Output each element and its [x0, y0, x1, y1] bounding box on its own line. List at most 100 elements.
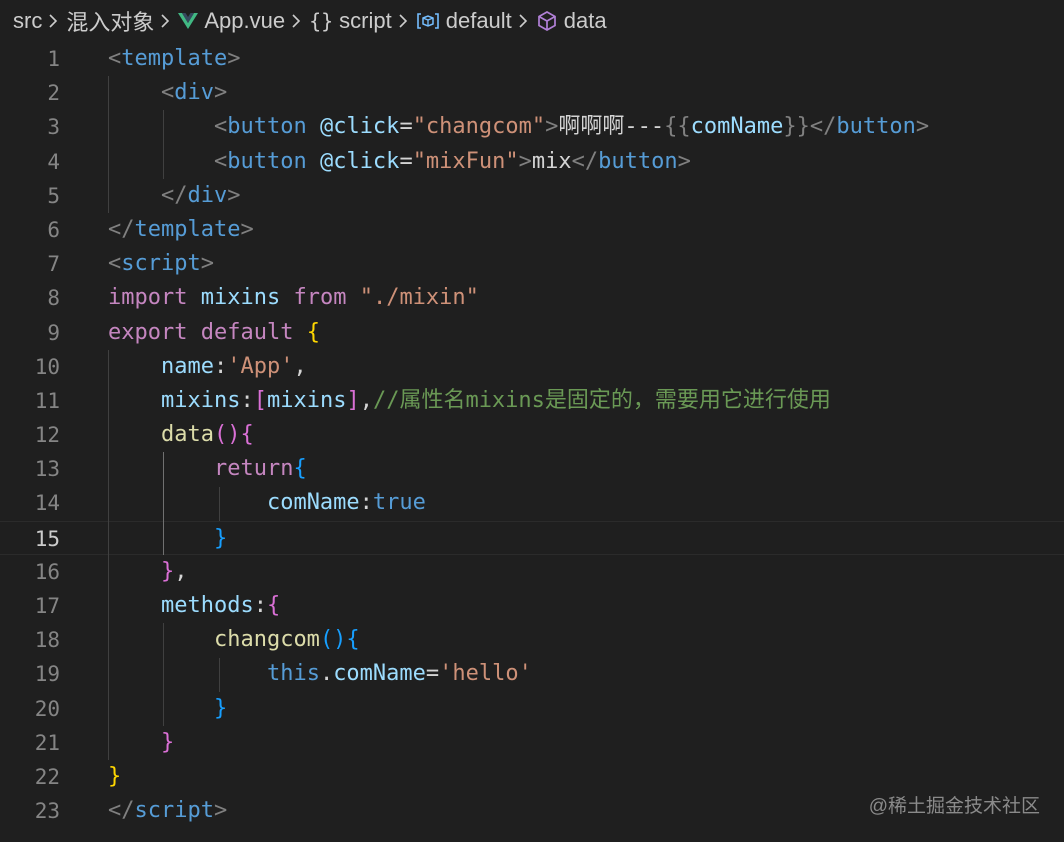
code-token: mixins: [266, 387, 347, 413]
code-line[interactable]: 18 changcom(){: [0, 623, 1064, 657]
code-line[interactable]: 1 <template>: [0, 42, 1064, 76]
code-line[interactable]: 10 name:'App',: [0, 350, 1064, 384]
chevron-right-icon: [160, 13, 170, 29]
code-text: }: [108, 760, 121, 794]
code-line[interactable]: 22}: [0, 760, 1064, 794]
line-number: 15: [34, 526, 60, 551]
code-line[interactable]: 11 mixins:[mixins],//属性名mixins是固定的，需要用它进…: [0, 384, 1064, 418]
breadcrumb-item-data[interactable]: data: [536, 8, 607, 34]
code-line[interactable]: 9 export default {: [0, 316, 1064, 350]
line-number: 1: [47, 47, 60, 71]
breadcrumb-label: script: [339, 8, 392, 33]
line-number: 12: [34, 423, 60, 448]
code-token: data: [160, 422, 214, 448]
indent-guide: [163, 452, 164, 555]
indent-guide: [108, 349, 109, 761]
breadcrumb-item-default[interactable]: default: [416, 8, 512, 34]
code-token: div: [174, 80, 214, 106]
code-token: comName: [266, 490, 360, 516]
code-line[interactable]: 17 methods:{: [0, 589, 1064, 623]
line-number: 20: [34, 696, 60, 721]
line-number: 19: [34, 662, 60, 687]
code-line[interactable]: 6 </template>: [0, 213, 1064, 247]
code-token: script: [134, 798, 214, 824]
code-text: changcom(){: [108, 623, 360, 657]
code-token: >: [677, 148, 691, 174]
braces-icon: {}: [309, 9, 334, 33]
code-line[interactable]: 5 </div>: [0, 179, 1064, 213]
breadcrumb-label: data: [563, 8, 607, 33]
indent-guide: [163, 623, 164, 726]
chevron-right-icon: [398, 13, 408, 29]
code-editor[interactable]: src 混入对象 App.vue {} script default data …: [0, 0, 1064, 842]
code-text: <button @click="mixFun">mix</button>: [108, 145, 691, 179]
code-line[interactable]: 7 <script>: [0, 247, 1064, 281]
indent-guide: [163, 110, 164, 179]
code-token: "mixFun": [412, 148, 519, 174]
symbol-variable-icon: [416, 12, 440, 30]
code-text: comName:true: [108, 486, 426, 520]
code-token: ,: [174, 558, 188, 584]
code-line[interactable]: 8 import mixins from "./mixin": [0, 281, 1064, 315]
code-token: :: [213, 353, 228, 379]
breadcrumb-label: 混入对象: [66, 10, 155, 35]
code-token: comName: [690, 114, 784, 140]
breadcrumb-item-folder[interactable]: 混入对象: [66, 5, 154, 37]
vue-icon: [178, 12, 199, 30]
code-line[interactable]: 15 }: [0, 520, 1064, 555]
code-text: },: [108, 555, 188, 589]
code-token: >: [227, 46, 241, 71]
code-line[interactable]: 3 <button @click="changcom">啊啊啊---{{comN…: [0, 110, 1064, 144]
code-token: }: [213, 695, 228, 721]
code-line[interactable]: 13 return{: [0, 452, 1064, 486]
code-token: {{: [664, 114, 691, 140]
code-token: "./mixin": [359, 285, 479, 311]
code-token: <: [160, 80, 175, 106]
breadcrumb-item-src[interactable]: src: [13, 8, 42, 34]
code-line[interactable]: 2 <div>: [0, 76, 1064, 110]
code-line[interactable]: 4 <button @click="mixFun">mix</button>: [0, 145, 1064, 179]
code-line[interactable]: 20 }: [0, 692, 1064, 726]
code-token: template: [121, 46, 228, 71]
code-text: </template>: [108, 213, 254, 247]
code-line[interactable]: 21 }: [0, 726, 1064, 760]
breadcrumb-item-script[interactable]: {} script: [309, 8, 392, 34]
code-line[interactable]: 12 data(){: [0, 418, 1064, 452]
code-token: >: [915, 114, 930, 140]
code-token: button: [227, 114, 307, 140]
code-token: >: [213, 80, 228, 106]
code-text: }: [108, 692, 227, 726]
code-token: template: [134, 216, 241, 242]
code-token: >: [545, 114, 559, 140]
line-number: 8: [47, 286, 60, 311]
code-line[interactable]: 16 },: [0, 555, 1064, 589]
code-token: 'App': [227, 353, 294, 379]
code-line[interactable]: 14 comName:true: [0, 486, 1064, 520]
line-number: 18: [34, 628, 60, 653]
code-token: :: [240, 387, 254, 413]
breadcrumb-label: App.vue: [204, 8, 286, 33]
indent-guide: [108, 76, 109, 213]
code-area[interactable]: 1 <template> 2 <div> 3 <button @click="chan…: [0, 42, 1064, 828]
code-token: >: [213, 798, 228, 824]
code-token: this: [266, 661, 320, 687]
breadcrumb-item-file[interactable]: App.vue: [178, 8, 285, 34]
line-number: 22: [34, 764, 60, 789]
line-number: 16: [34, 559, 60, 584]
code-line[interactable]: 19 this.comName='hello': [0, 657, 1064, 691]
chevron-right-icon: [518, 13, 528, 29]
code-token: }: [108, 763, 122, 789]
